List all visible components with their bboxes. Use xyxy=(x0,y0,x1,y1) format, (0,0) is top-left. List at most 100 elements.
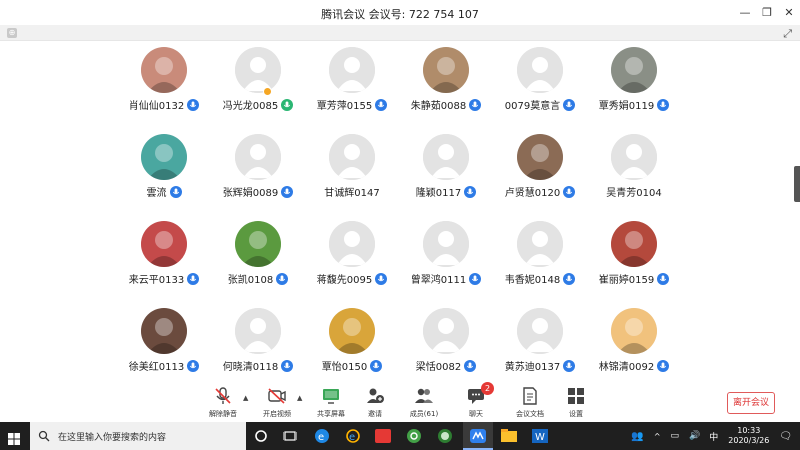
participant-name: 肖仙仙0132 xyxy=(128,101,185,112)
edge-icon[interactable]: e xyxy=(313,427,331,445)
default-avatar-icon xyxy=(329,47,375,93)
participant-tile[interactable]: 朱静茹0088 xyxy=(399,47,493,134)
windows-start-icon[interactable] xyxy=(8,430,20,449)
participant-name: 韦香妮0148 xyxy=(504,275,561,286)
document-icon xyxy=(523,387,537,405)
participant-name-row: 覃秀娟0119 xyxy=(599,97,670,112)
network-icon[interactable]: ▭ xyxy=(671,431,680,441)
video-options-caret[interactable]: ▲ xyxy=(297,394,302,402)
app-red-icon[interactable] xyxy=(374,427,392,445)
system-tray: 👥 ^ ▭ 🔊 中 10:33 2020/3/26 🗨 xyxy=(626,422,800,450)
wechat-work-icon[interactable] xyxy=(436,427,454,445)
input-method-icon[interactable]: 中 xyxy=(709,430,718,443)
svg-text:e: e xyxy=(318,432,324,443)
participant-tile[interactable]: 崔丽婷0159 xyxy=(587,221,681,308)
participant-tile[interactable]: 肖仙仙0132 xyxy=(117,47,211,134)
people-icon[interactable]: 👥 xyxy=(631,431,643,442)
participant-photo-avatar xyxy=(611,47,657,93)
task-view-icon[interactable] xyxy=(281,427,299,445)
leave-meeting-button[interactable]: 离开会议 xyxy=(727,392,775,414)
participant-tile[interactable]: 林锦清0092 xyxy=(587,308,681,395)
cortana-icon[interactable] xyxy=(252,427,270,445)
participant-tile[interactable]: 隆颖0117 xyxy=(399,134,493,221)
participant-tile[interactable]: 韦香妮0148 xyxy=(493,221,587,308)
audio-options-caret[interactable]: ▲ xyxy=(243,394,248,402)
participant-name-row: 覃怡0150 xyxy=(322,358,383,373)
fullscreen-icon[interactable]: ⤢ xyxy=(783,27,792,41)
participant-name: 蒋馥先0095 xyxy=(316,275,373,286)
show-hidden-icons[interactable]: ^ xyxy=(654,432,661,441)
participant-name: 张辉娟0089 xyxy=(222,188,279,199)
word-icon[interactable]: W xyxy=(531,427,549,445)
participant-tile[interactable]: 覃芳萍0155 xyxy=(305,47,399,134)
chat-label: 聊天 xyxy=(469,410,483,418)
ie-icon[interactable]: e xyxy=(344,427,362,445)
minimize-icon[interactable]: — xyxy=(734,0,756,25)
invite-button[interactable]: 邀请 xyxy=(352,385,398,419)
participant-tile[interactable]: 覃秀娟0119 xyxy=(587,47,681,134)
tencent-meeting-taskbar-icon[interactable] xyxy=(469,427,487,445)
mic-icon xyxy=(469,98,482,111)
participant-photo-avatar xyxy=(141,47,187,93)
participant-name: 隆颖0117 xyxy=(415,188,462,199)
app-green-icon[interactable] xyxy=(405,427,423,445)
clock-time: 10:33 xyxy=(737,426,761,435)
close-icon[interactable]: ✕ xyxy=(778,0,800,25)
participant-tile[interactable]: 张凯0108 xyxy=(211,221,305,308)
participant-tile[interactable]: 覃怡0150 xyxy=(305,308,399,395)
participant-photo-avatar xyxy=(329,308,375,354)
notification-icon[interactable]: 🗨 xyxy=(779,431,792,442)
participant-tile[interactable]: 黄苏迪0137 xyxy=(493,308,587,395)
file-explorer-icon[interactable] xyxy=(500,427,518,445)
default-avatar-icon xyxy=(517,308,563,354)
mic-icon xyxy=(657,359,670,372)
participant-tile[interactable]: 何晓清0118 xyxy=(211,308,305,395)
chat-button[interactable]: 2 聊天 xyxy=(453,382,499,419)
participant-name: 0079莫意言 xyxy=(504,101,561,112)
participant-name: 卢贤慧0120 xyxy=(504,188,561,199)
meeting-window: 腾讯会议 会议号: 722 754 107 — ❐ ✕ ⊕ ⤢ 肖仙仙0132 冯… xyxy=(0,0,800,422)
participant-photo-avatar xyxy=(517,134,563,180)
participant-tile[interactable]: 曾翠鸿0111 xyxy=(399,221,493,308)
mic-icon xyxy=(563,185,576,198)
restore-icon[interactable]: ❐ xyxy=(756,0,778,25)
participant-tile[interactable]: 来云平0133 xyxy=(117,221,211,308)
taskbar-search-box[interactable]: 在这里输入你要搜索的内容 xyxy=(30,422,246,450)
members-button[interactable]: 成员(61) xyxy=(401,385,447,419)
participant-name: 朱静茹0088 xyxy=(410,101,467,112)
svg-text:W: W xyxy=(535,432,545,443)
share-screen-button[interactable]: 共享屏幕 xyxy=(308,385,354,419)
participant-name-row: 雲流 xyxy=(147,184,182,199)
default-avatar-icon xyxy=(423,134,469,180)
participant-tile[interactable]: 张辉娟0089 xyxy=(211,134,305,221)
side-panel-handle[interactable] xyxy=(794,166,800,202)
participant-name: 黄苏迪0137 xyxy=(504,362,561,373)
settings-button[interactable]: 设置 xyxy=(553,385,599,419)
info-icon[interactable]: ⊕ xyxy=(7,28,17,38)
meeting-docs-button[interactable]: 会议文档 xyxy=(507,385,553,419)
participant-tile[interactable]: 雲流 xyxy=(117,134,211,221)
participant-tile[interactable]: 吴青芳0104 xyxy=(587,134,681,221)
volume-icon[interactable]: 🔊 xyxy=(689,431,700,441)
participant-tile[interactable]: 蒋馥先0095 xyxy=(305,221,399,308)
participant-name-row: 肖仙仙0132 xyxy=(128,97,200,112)
participant-tile[interactable]: 冯光龙0085 xyxy=(211,47,305,134)
participant-photo-avatar xyxy=(141,308,187,354)
participant-photo-avatar xyxy=(611,308,657,354)
participant-tile[interactable]: 梁恬0082 xyxy=(399,308,493,395)
participant-name: 崔丽婷0159 xyxy=(598,275,655,286)
participant-tile[interactable]: 卢贤慧0120 xyxy=(493,134,587,221)
participant-tile[interactable]: 甘诚辉0147 xyxy=(305,134,399,221)
participant-tile[interactable]: 0079莫意言 xyxy=(493,47,587,134)
default-avatar-icon xyxy=(235,308,281,354)
mic-icon xyxy=(281,185,294,198)
participant-name-row: 吴青芳0104 xyxy=(606,184,661,199)
taskbar-clock[interactable]: 10:33 2020/3/26 xyxy=(728,426,769,446)
start-video-button[interactable]: 开启视频 xyxy=(254,385,300,419)
participant-tile[interactable]: 徐美红0113 xyxy=(117,308,211,395)
search-icon xyxy=(38,430,50,442)
unmute-button[interactable]: 解除静音 xyxy=(200,385,246,419)
unmute-label: 解除静音 xyxy=(209,410,237,418)
participant-name-row: 0079莫意言 xyxy=(504,97,576,112)
docs-label: 会议文档 xyxy=(516,410,544,418)
